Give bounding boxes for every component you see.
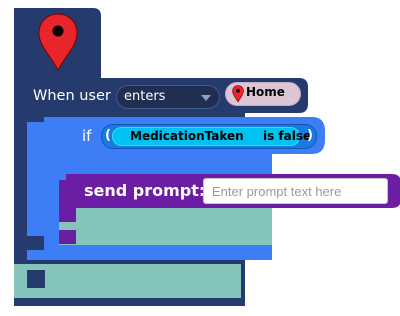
event-dropdown-value: enters: [124, 89, 166, 104]
variable-name: MedicationTaken: [130, 129, 244, 143]
condition-operator: is false: [263, 129, 312, 143]
connector-notch: [27, 270, 45, 288]
when-user-label: When user: [33, 88, 111, 104]
chevron-down-icon: [201, 95, 211, 101]
map-pin-icon: [232, 85, 244, 103]
location-value: Home: [246, 85, 285, 99]
send-prompt-label: send prompt:: [84, 181, 206, 200]
variable-pill[interactable]: MedicationTaken is false: [112, 127, 311, 146]
prompt-input[interactable]: [203, 178, 388, 204]
paren-open: (: [105, 128, 111, 143]
event-dropdown[interactable]: enters: [116, 85, 220, 109]
condition-expression[interactable]: ( MedicationTaken is false ): [101, 124, 317, 149]
event-body-slot: [14, 264, 241, 298]
if-body-slot: [59, 208, 272, 245]
if-label: if: [82, 127, 92, 145]
paren-close: ): [307, 128, 313, 143]
location-chip[interactable]: Home: [225, 82, 301, 106]
